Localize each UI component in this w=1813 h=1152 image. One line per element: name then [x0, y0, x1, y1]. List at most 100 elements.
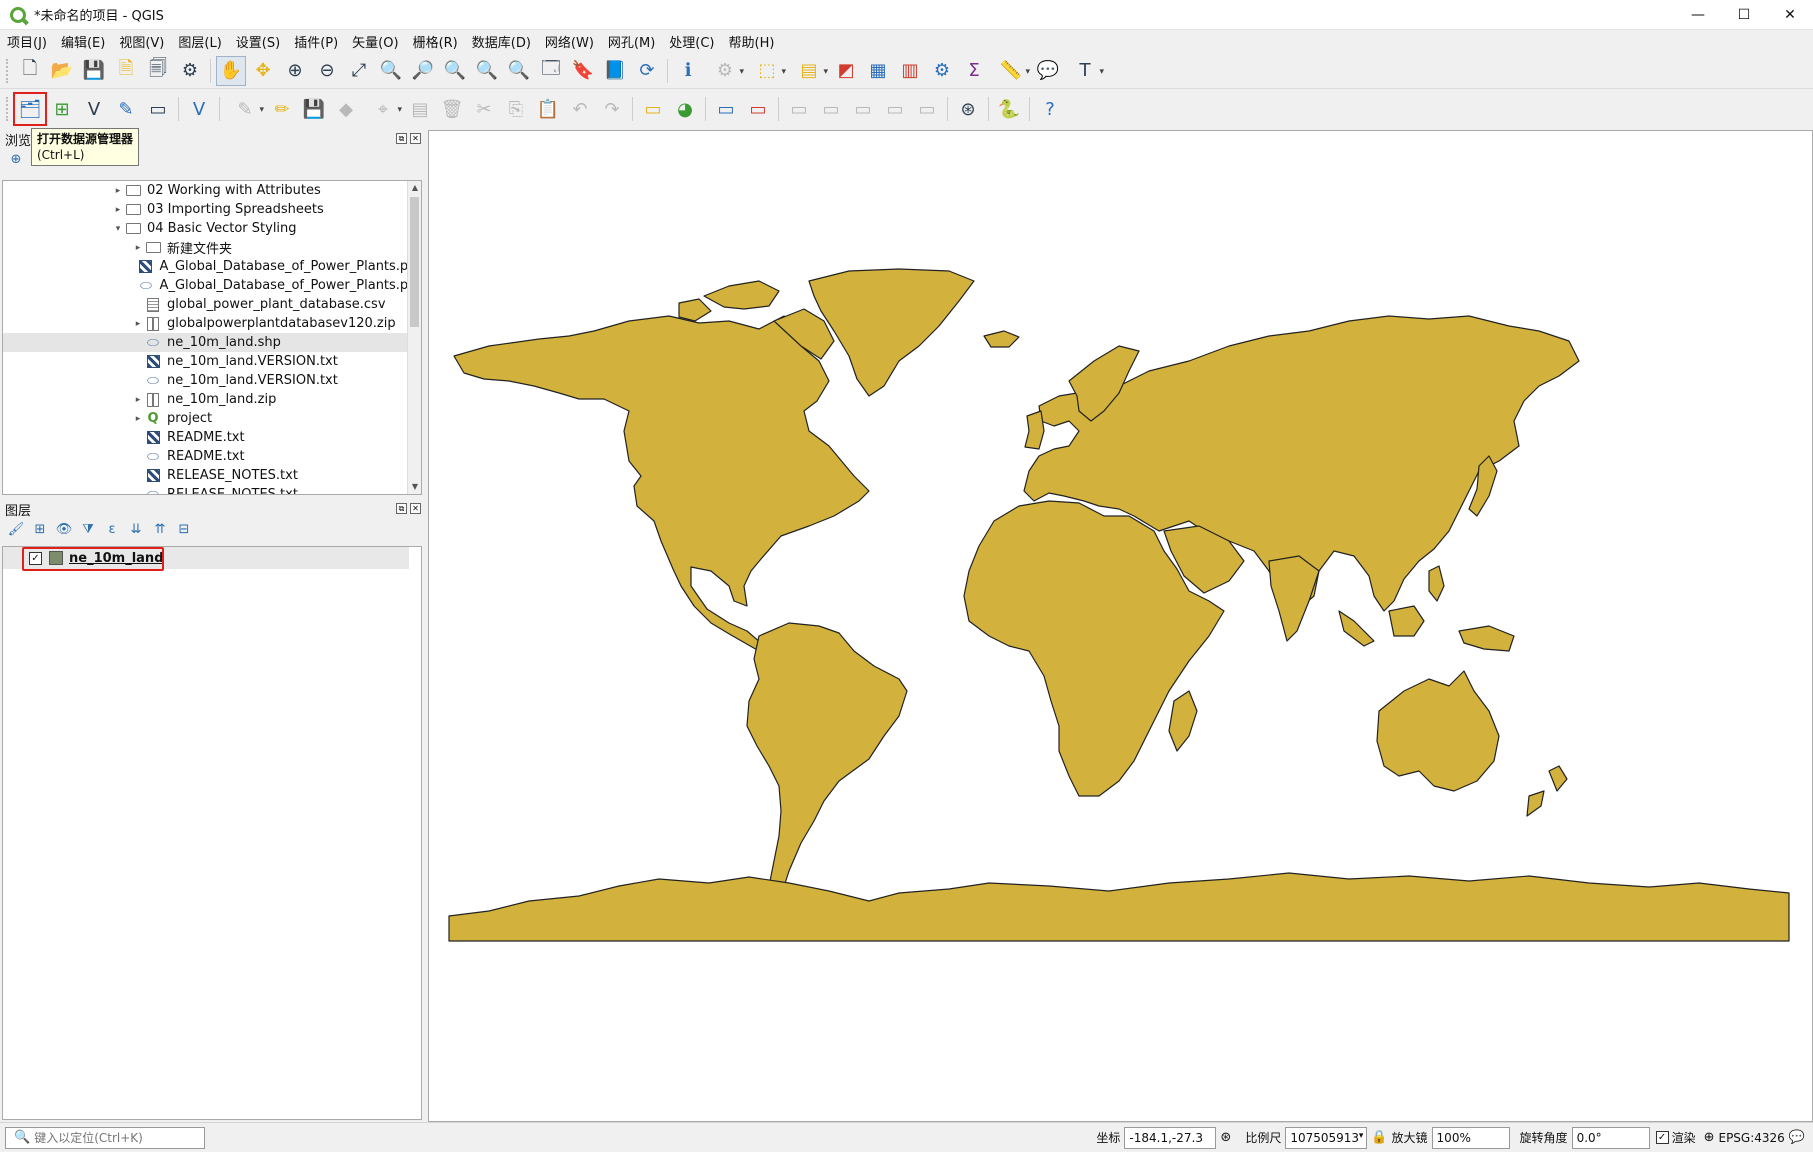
browser-item[interactable]: ⬭ RELEASE_NOTES.txt — [3, 485, 421, 495]
modify-attributes-icon[interactable]: ▤ — [405, 94, 435, 124]
browser-item[interactable]: ▸ 02 Working with Attributes — [3, 181, 421, 200]
add-group-icon[interactable]: ⊞ — [32, 521, 48, 537]
browser-item[interactable]: ▾ 04 Basic Vector Styling — [3, 219, 421, 238]
cut-features-icon[interactable]: ✂ — [469, 94, 499, 124]
map-canvas[interactable] — [428, 130, 1813, 1122]
zoom-out-icon[interactable]: ⊖ — [312, 56, 342, 86]
label-tool-icon[interactable]: ▭ — [638, 94, 668, 124]
new-geopackage-layer-icon[interactable]: ⊞ — [47, 94, 77, 124]
new-print-layout-icon[interactable]: 🗎 — [111, 56, 141, 86]
paste-features-icon[interactable]: 📋 — [533, 94, 563, 124]
browser-tree[interactable]: ▸ 02 Working with Attributes ▸ 03 Importing… — [2, 180, 422, 495]
menu-layer[interactable]: 图层(L) — [171, 32, 228, 51]
delete-selected-icon[interactable]: 🗑 — [437, 94, 467, 124]
browser-item[interactable]: ▸ globalpowerplantdatabasev120.zip — [3, 314, 421, 333]
menu-settings[interactable]: 设置(S) — [229, 32, 287, 51]
metasearch-icon[interactable]: ⊛ — [953, 94, 983, 124]
zoom-last-icon[interactable]: 🔍 — [472, 56, 502, 86]
scroll-up-icon[interactable]: ▲ — [408, 181, 421, 195]
style-manager-icon[interactable]: ⚙ — [175, 56, 205, 86]
crs-label[interactable]: EPSG:4326 — [1718, 1131, 1784, 1145]
browser-scrollbar[interactable]: ▲ ▼ — [407, 181, 421, 494]
pan-map-icon[interactable]: ✋ — [216, 55, 246, 86]
pin-labels-icon[interactable]: ▭ — [743, 94, 773, 124]
menu-processing[interactable]: 处理(C) — [662, 32, 721, 51]
redo-icon[interactable]: ↷ — [597, 94, 627, 124]
browser-item[interactable]: ⬭ ne_10m_land.VERSION.txt — [3, 371, 421, 390]
menu-plugins[interactable]: 插件(P) — [287, 32, 345, 51]
zoom-in-icon[interactable]: ⊕ — [280, 56, 310, 86]
layer-item[interactable]: ✓ ne_10m_land — [3, 547, 421, 571]
python-console-icon[interactable]: 🐍 — [994, 94, 1024, 124]
filter-expression-icon[interactable]: ε — [104, 521, 120, 537]
diagram-tool-icon[interactable]: ◕ — [670, 94, 700, 124]
toolbar-grip[interactable] — [6, 97, 10, 121]
locator-search[interactable]: 🔍 键入以定位(Ctrl+K) — [5, 1126, 205, 1149]
select-features-icon[interactable]: ⬚ — [747, 56, 787, 86]
menu-vector[interactable]: 矢量(O) — [345, 32, 405, 51]
new-project-icon[interactable]: 🗋 — [15, 56, 45, 86]
refresh-icon[interactable]: ⟳ — [632, 56, 662, 86]
browser-item[interactable]: global_power_plant_database.csv — [3, 295, 421, 314]
change-label-icon[interactable]: ▭ — [880, 94, 910, 124]
remove-layer-icon[interactable]: ⊟ — [176, 521, 192, 537]
expand-arrow-icon[interactable]: ▸ — [111, 186, 125, 196]
browser-item[interactable]: ⬭ A_Global_Database_of_Power_Plants.pdf — [3, 276, 421, 295]
browser-item[interactable]: ⬭ ne_10m_land.shp — [3, 333, 421, 352]
toolbar-grip[interactable] — [6, 58, 10, 83]
open-data-source-manager-icon[interactable]: 🗂 — [13, 92, 47, 126]
scroll-thumb[interactable] — [410, 197, 419, 327]
new-spatialite-layer-icon[interactable]: V — [184, 94, 214, 124]
help-icon[interactable]: ? — [1035, 94, 1065, 124]
browser-item[interactable]: ▸ 新建文件夹 — [3, 238, 421, 257]
collapse-all-icon[interactable]: ⇈ — [152, 521, 168, 537]
browser-item[interactable]: ne_10m_land.VERSION.txt — [3, 352, 421, 371]
coordinate-field[interactable]: -184.1,-27.3 — [1124, 1126, 1217, 1149]
measure-line-icon[interactable]: 📏 — [991, 56, 1031, 86]
expand-all-icon[interactable]: ⇊ — [128, 521, 144, 537]
browser-item[interactable]: ⬭ README.txt — [3, 447, 421, 466]
crs-globe-icon[interactable]: ⊕ — [1704, 1130, 1715, 1145]
browser-item[interactable]: ▸ Qproject — [3, 409, 421, 428]
new-bookmark-icon[interactable]: 🔖 — [568, 56, 598, 86]
identify-features-icon[interactable]: ℹ — [673, 56, 703, 86]
new-shapefile-layer-icon[interactable]: V — [79, 94, 109, 124]
text-annotation-icon[interactable]: T — [1065, 56, 1105, 86]
lock-scale-icon[interactable]: 🔒 — [1371, 1130, 1387, 1145]
zoom-to-selection-icon[interactable]: 🔍 — [376, 56, 406, 86]
label-properties-icon[interactable]: ▭ — [912, 94, 942, 124]
browser-item[interactable]: ▸ ne_10m_land.zip — [3, 390, 421, 409]
float-icon[interactable]: ⧉ — [396, 133, 407, 144]
filter-legend-icon[interactable]: ⧩ — [80, 521, 96, 537]
vertex-tool-icon[interactable]: ⌖ — [363, 94, 403, 124]
menu-help[interactable]: 帮助(H) — [722, 32, 782, 51]
rotation-spinbox[interactable]: 0.0° — [1571, 1126, 1650, 1149]
browser-item[interactable]: ▸ 03 Importing Spreadsheets — [3, 200, 421, 219]
add-selected-layers-icon[interactable]: ⊕ — [8, 151, 24, 167]
close-icon[interactable]: ✕ — [410, 133, 421, 144]
open-project-icon[interactable]: 📂 — [47, 56, 77, 86]
scroll-down-icon[interactable]: ▼ — [408, 480, 421, 494]
browser-item[interactable]: A_Global_Database_of_Power_Plants.pdf — [3, 257, 421, 276]
new-map-view-icon[interactable]: 🗔 — [536, 56, 566, 86]
close-button[interactable]: ✕ — [1767, 0, 1813, 30]
pan-to-selection-icon[interactable]: ✥ — [248, 56, 278, 86]
add-feature-icon[interactable]: ◆ — [331, 94, 361, 124]
minimize-button[interactable]: — — [1675, 0, 1721, 30]
current-edits-icon[interactable]: ✎ — [225, 94, 265, 124]
new-temporary-layer-icon[interactable]: ✎ — [111, 94, 141, 124]
save-edits-icon[interactable]: 💾 — [299, 94, 329, 124]
move-label-icon[interactable]: ▭ — [816, 94, 846, 124]
expand-arrow-icon[interactable]: ▸ — [131, 319, 145, 329]
manage-themes-icon[interactable]: 👁 — [56, 521, 73, 537]
show-bookmarks-icon[interactable]: 📘 — [600, 56, 630, 86]
menu-edit[interactable]: 编辑(E) — [54, 32, 112, 51]
maximize-button[interactable]: ☐ — [1721, 0, 1767, 30]
layout-manager-icon[interactable]: 🗐 — [143, 56, 173, 86]
map-tips-icon[interactable]: 💬 — [1033, 56, 1063, 86]
menu-database[interactable]: 数据库(D) — [465, 32, 538, 51]
world-map[interactable] — [429, 131, 1812, 1121]
run-action-icon[interactable]: ⚙ — [705, 56, 745, 86]
toggle-extents-icon[interactable]: ⊛ — [1220, 1130, 1231, 1145]
toolbox-icon[interactable]: ⚙ — [927, 56, 957, 86]
